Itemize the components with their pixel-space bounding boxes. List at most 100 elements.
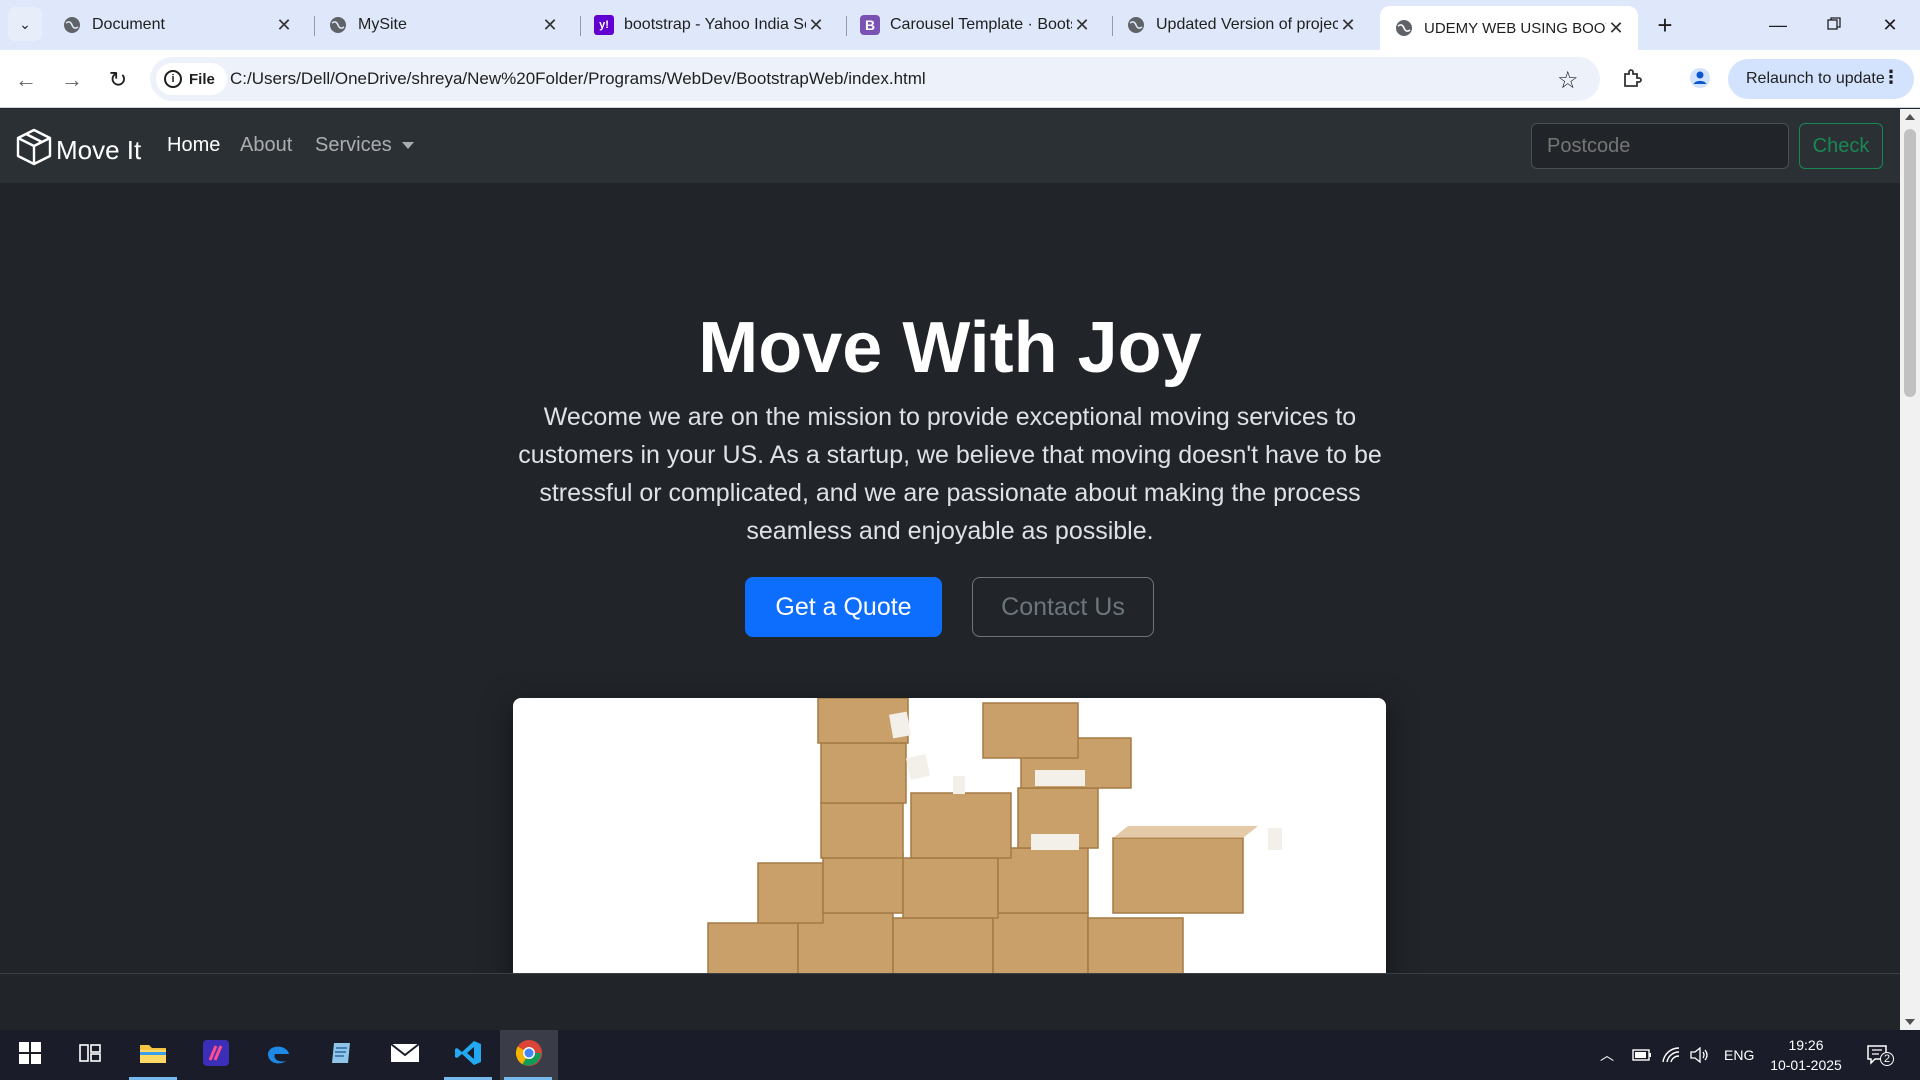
minimize-button[interactable]: —	[1750, 0, 1806, 50]
site-info-label: File	[189, 70, 215, 88]
close-icon[interactable]: ✕	[806, 15, 826, 36]
tab-title: Updated Version of project	[1156, 16, 1338, 33]
browser-tab[interactable]: Updated Version of project ✕	[1112, 6, 1370, 44]
info-icon: i	[164, 70, 182, 88]
page-scrollbar[interactable]	[1900, 109, 1920, 1030]
close-icon[interactable]: ✕	[1606, 18, 1626, 39]
forward-button[interactable]: →	[54, 62, 90, 98]
notification-center[interactable]: 2	[1866, 1030, 1894, 1080]
notepad-icon	[328, 1039, 356, 1072]
close-icon[interactable]: ✕	[540, 15, 560, 36]
more-menu-icon[interactable]: ⋮	[1882, 67, 1900, 88]
brand-name: Move It	[56, 135, 142, 165]
taskbar-chrome[interactable]	[500, 1030, 558, 1080]
chrome-icon	[515, 1039, 543, 1072]
tab-title: UDEMY WEB USING BOOT	[1424, 19, 1606, 37]
bootstrap-icon: B	[860, 15, 880, 35]
show-hidden-icons[interactable]: ︿	[1600, 1030, 1614, 1080]
notification-count-badge: 2	[1880, 1052, 1894, 1066]
relaunch-update-button[interactable]: Relaunch to update ⋮	[1728, 59, 1914, 99]
taskbar-edge[interactable]	[251, 1030, 307, 1080]
hero-title: Move With Joy	[698, 308, 1202, 388]
nav-link-about[interactable]: About	[240, 134, 292, 157]
taskbar-file-explorer[interactable]	[125, 1030, 181, 1080]
address-bar[interactable]: i File C:/Users/Dell/OneDrive/shreya/New…	[150, 57, 1600, 101]
check-button[interactable]: Check	[1799, 123, 1883, 169]
task-view-button[interactable]	[62, 1030, 118, 1080]
site-brand[interactable]: Move It	[14, 127, 141, 174]
chevron-down-icon: ⌄	[19, 15, 31, 32]
windows-start-icon	[19, 1041, 41, 1069]
browser-tab[interactable]: B Carousel Template · Bootst ✕	[846, 6, 1104, 44]
avatar-icon	[1689, 67, 1711, 94]
box-logo-icon	[14, 127, 56, 174]
yahoo-icon: y!	[594, 15, 614, 35]
arrow-right-icon: →	[61, 67, 83, 92]
close-icon[interactable]: ✕	[1338, 15, 1358, 36]
browser-tab[interactable]: y! bootstrap - Yahoo India Se ✕	[580, 6, 838, 44]
taskbar-notepad[interactable]	[314, 1030, 370, 1080]
browser-tab[interactable]: Document ✕	[48, 6, 306, 44]
vscode-icon	[454, 1039, 482, 1072]
taskbar-app[interactable]	[188, 1030, 244, 1080]
close-window-button[interactable]: ✕	[1862, 0, 1918, 50]
back-button[interactable]: ←	[8, 62, 44, 98]
web-page: Move It Home About Services Check Move W…	[0, 109, 1900, 1030]
tab-title: bootstrap - Yahoo India Se	[624, 16, 806, 33]
browser-toolbar: ← → ↻ i File C:/Users/Dell/OneDrive/shre…	[0, 50, 1920, 108]
caret-down-icon	[401, 142, 414, 150]
start-button[interactable]	[2, 1030, 58, 1080]
browser-tabstrip: ⌄ Document ✕ MySite ✕ y! bootstrap - Yah…	[0, 0, 1920, 50]
windows-taskbar: ︿ ENG 19:26 10-01-2025 2	[0, 1030, 1920, 1080]
globe-icon	[1394, 18, 1414, 38]
services-label: Services	[315, 134, 392, 156]
get-quote-button[interactable]: Get a Quote	[745, 577, 942, 637]
taskbar-vscode[interactable]	[440, 1030, 496, 1080]
clock-time: 19:26	[1788, 1037, 1824, 1053]
language-indicator[interactable]: ENG	[1724, 1030, 1754, 1080]
scroll-up-icon[interactable]	[1905, 114, 1915, 120]
taskbar-clock[interactable]: 19:26 10-01-2025	[1760, 1035, 1852, 1075]
arrow-left-icon: ←	[15, 67, 37, 92]
tab-search-button[interactable]: ⌄	[8, 7, 42, 41]
hero-image-boxes	[513, 698, 1386, 988]
bookmark-star-icon[interactable]: ☆	[1557, 66, 1579, 95]
edge-icon	[265, 1039, 293, 1072]
tab-title: Document	[92, 16, 165, 33]
site-info-chip[interactable]: i File	[156, 63, 227, 95]
globe-icon	[1126, 15, 1146, 35]
tab-title: Carousel Template · Bootst	[890, 16, 1072, 33]
taskbar-mail[interactable]	[377, 1030, 433, 1080]
relaunch-label: Relaunch to update	[1746, 70, 1885, 87]
battery-icon[interactable]	[1632, 1030, 1652, 1080]
contact-us-button[interactable]: Contact Us	[972, 577, 1154, 637]
minimize-icon: —	[1769, 14, 1787, 35]
browser-tab-active[interactable]: UDEMY WEB USING BOOT ✕	[1380, 6, 1638, 50]
volume-icon[interactable]	[1690, 1030, 1710, 1080]
restore-button[interactable]	[1806, 0, 1862, 50]
globe-icon	[62, 15, 82, 35]
chevron-up-icon: ︿	[1600, 1047, 1614, 1063]
browser-tab[interactable]: MySite ✕	[314, 6, 572, 44]
nav-link-home[interactable]: Home	[167, 134, 220, 157]
url-text[interactable]: C:/Users/Dell/OneDrive/shreya/New%20Fold…	[230, 69, 926, 89]
reload-button[interactable]: ↻	[100, 62, 136, 98]
tab-title: MySite	[358, 16, 407, 33]
new-tab-button[interactable]: +	[1650, 10, 1680, 40]
clock-date: 10-01-2025	[1770, 1057, 1842, 1073]
file-explorer-icon	[139, 1041, 167, 1070]
close-icon[interactable]: ✕	[1072, 15, 1092, 36]
postcode-input[interactable]	[1531, 123, 1789, 169]
profile-button[interactable]	[1682, 62, 1718, 98]
app-icon	[202, 1039, 230, 1072]
mail-icon	[390, 1041, 420, 1070]
hero-description: Wecome we are on the mission to provide …	[518, 403, 1382, 545]
nav-dropdown-services[interactable]: Services	[315, 134, 414, 157]
site-navbar: Move It Home About Services Check	[0, 109, 1900, 183]
scroll-down-icon[interactable]	[1905, 1019, 1915, 1025]
extensions-button[interactable]	[1614, 62, 1650, 98]
close-icon[interactable]: ✕	[274, 15, 294, 36]
page-footer-area	[0, 974, 1900, 1030]
scrollbar-thumb[interactable]	[1904, 129, 1916, 397]
network-icon[interactable]	[1662, 1030, 1680, 1080]
